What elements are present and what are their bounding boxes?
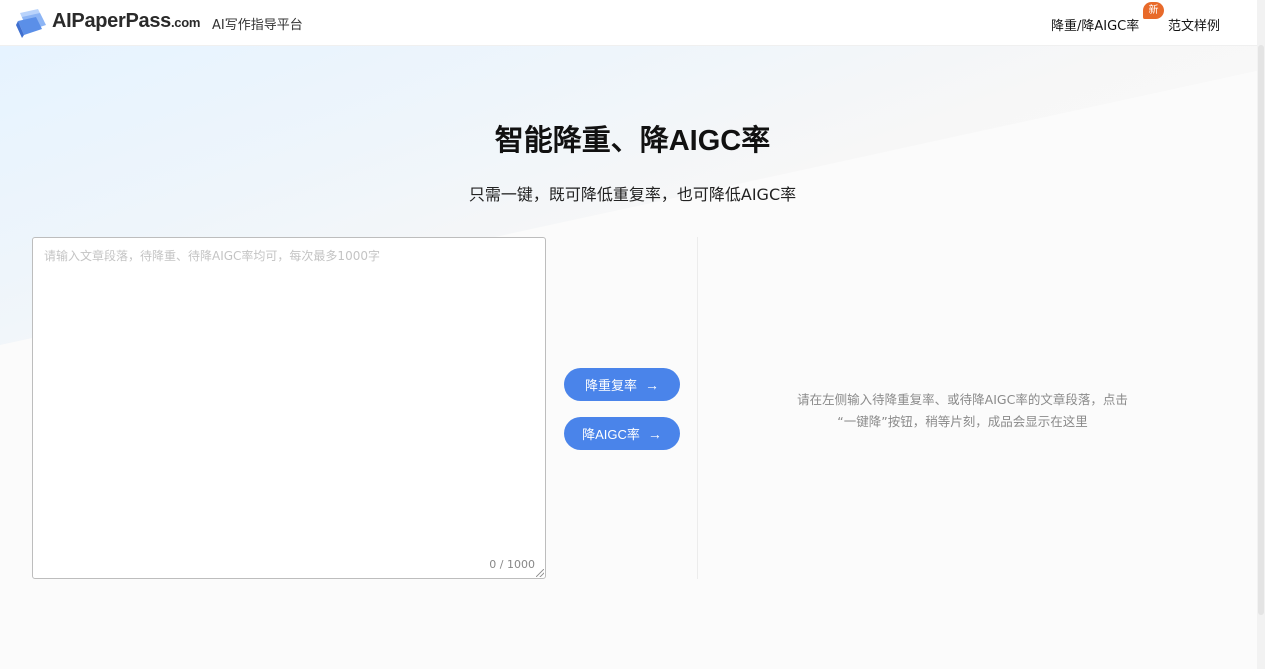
- resize-handle-icon[interactable]: [536, 569, 544, 577]
- output-placeholder: 请在左侧输入待降重复率、或待降AIGC率的文章段落，点击 “一键降”按钮，稍等片…: [760, 389, 1165, 433]
- article-input[interactable]: [33, 238, 545, 578]
- arrow-right-icon: →: [645, 377, 659, 393]
- reduce-aigc-button[interactable]: 降AIGC率 →: [564, 417, 680, 450]
- reduce-aigc-label: 降AIGC率: [582, 427, 640, 442]
- brand-suffix: .com: [171, 15, 201, 30]
- output-hint-line1: 请在左侧输入待降重复率、或待降AIGC率的文章段落，点击: [797, 392, 1128, 407]
- output-hint-line2: “一键降”按钮，稍等片刻，成品会显示在这里: [837, 414, 1088, 429]
- top-header: AIPaperPass.com AI写作指导平台 降重/降AIGC率 新 范文样…: [0, 0, 1265, 46]
- hero-title: 智能降重、降AIGC率: [494, 125, 771, 157]
- reduce-duplication-label: 降重复率: [584, 378, 637, 393]
- article-input-box: 0 / 1000: [32, 237, 546, 579]
- arrow-right-icon: →: [647, 426, 662, 442]
- page-scrollbar[interactable]: [1257, 0, 1265, 669]
- tagline: AI写作指导平台: [212, 18, 303, 33]
- char-counter: 0 / 1000: [489, 558, 535, 571]
- new-badge: 新: [1143, 2, 1164, 19]
- paper-logo-icon[interactable]: [16, 7, 48, 39]
- reduce-duplication-button[interactable]: 降重复率 →: [564, 368, 680, 401]
- hero-subtitle: 只需一键，既可降低重复率，也可降低AIGC率: [468, 185, 797, 204]
- brand-name[interactable]: AIPaperPass.com: [52, 10, 200, 33]
- brand-main: AIPaperPass: [52, 10, 171, 32]
- nav-samples[interactable]: 范文样例: [1168, 15, 1220, 34]
- nav-reduce-aigc[interactable]: 降重/降AIGC率: [1051, 15, 1139, 34]
- column-divider: [697, 237, 698, 579]
